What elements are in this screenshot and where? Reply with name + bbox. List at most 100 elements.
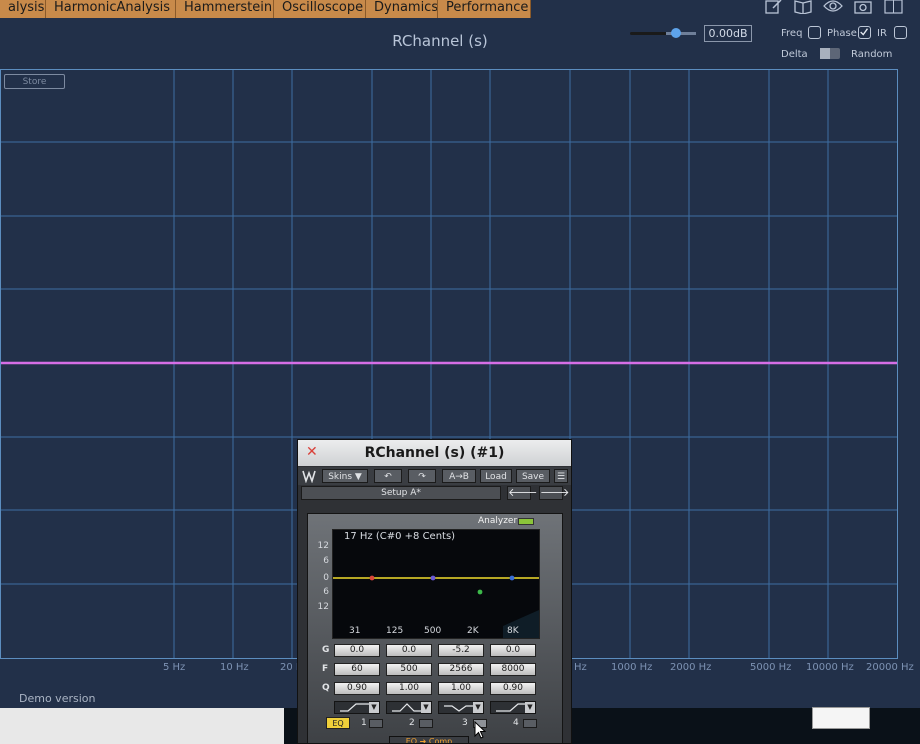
freq-tick-1000hz: 1000 Hz — [611, 662, 653, 673]
demo-version-label: Demo version — [19, 692, 96, 705]
x-tick-500: 500 — [424, 626, 442, 636]
freq-tick-20000hz: 20000 Hz — [866, 662, 914, 673]
eq-curve — [333, 575, 539, 638]
band-2-number: 2 — [409, 718, 415, 728]
tab-bar: alysis HarmonicAnalysis Hammerstein Osci… — [0, 0, 920, 18]
freq-tick-10000hz: 10000 Hz — [806, 662, 854, 673]
band-1-switch[interactable] — [369, 719, 383, 728]
chevron-down-icon: ▼ — [369, 702, 379, 713]
save-button[interactable]: Save — [516, 469, 550, 483]
plugin-title[interactable]: RChannel (s) (#1) — [298, 440, 571, 466]
analyzer-label: Analyzer — [478, 516, 518, 526]
analyzer-toggle[interactable]: Analyzer — [478, 516, 538, 527]
window-thumbnail[interactable] — [812, 707, 870, 729]
eq-mode-tag[interactable]: EQ — [326, 717, 350, 729]
eq-plugin-window[interactable]: RChannel (s) (#1) ✕ Skins ▼ ↶ ↷ A→B Load… — [297, 439, 572, 744]
tab-oscilloscope[interactable]: Oscilloscope — [274, 0, 366, 18]
ab-button[interactable]: A→B — [442, 469, 476, 483]
freq-tick-2000hz: 2000 Hz — [670, 662, 712, 673]
book-icon[interactable] — [793, 0, 815, 16]
x-tick-125: 125 — [386, 626, 404, 636]
band-1-gain[interactable]: 0.0 — [334, 644, 380, 657]
freq-label: Freq — [781, 28, 803, 39]
high-shelf-icon — [496, 703, 526, 712]
load-button[interactable]: Load — [480, 469, 512, 483]
analyzer-led — [518, 518, 534, 525]
gain-readout[interactable]: 0.00dB — [704, 25, 752, 42]
band-1-node[interactable] — [369, 575, 375, 581]
skins-button[interactable]: Skins ▼ — [322, 469, 368, 483]
next-setup-button[interactable]: 🡒 — [539, 486, 570, 500]
band-3-number: 3 — [462, 718, 468, 728]
phase-checkbox[interactable] — [858, 26, 871, 39]
x-tick-31: 31 — [349, 626, 361, 636]
phase-label: Phase — [827, 28, 857, 39]
band-1-number: 1 — [361, 718, 367, 728]
freq-checkbox[interactable] — [808, 26, 821, 39]
band-1-q[interactable]: 0.90 — [334, 682, 380, 695]
band-4-q[interactable]: 0.90 — [490, 682, 536, 695]
band-3-shape-selector[interactable]: ▼ — [438, 701, 484, 714]
band-2-q[interactable]: 1.00 — [386, 682, 432, 695]
redo-button[interactable]: ↷ — [408, 469, 436, 483]
tab-harmonic-analysis[interactable]: HarmonicAnalysis — [46, 0, 176, 18]
band-4-shape-selector[interactable]: ▼ — [490, 701, 536, 714]
tab-performance[interactable]: Performance — [438, 0, 531, 18]
y-tick-12: 12 — [317, 541, 329, 551]
bell-icon — [444, 705, 474, 712]
band-1-shape-selector[interactable]: ▼ — [334, 701, 380, 714]
chevron-down-icon: ▼ — [525, 702, 535, 713]
compare-icon[interactable] — [884, 0, 906, 16]
ir-checkbox[interactable] — [894, 26, 907, 39]
store-button[interactable]: Store — [4, 74, 65, 89]
band-3-gain[interactable]: -5.2 — [438, 644, 484, 657]
band-3-freq[interactable]: 2566 — [438, 663, 484, 676]
band-2-node[interactable] — [430, 575, 436, 581]
band-2-switch[interactable] — [419, 719, 433, 728]
x-tick-2k: 2K — [467, 626, 479, 636]
delta-label: Delta — [781, 49, 808, 60]
tab-hammerstein[interactable]: Hammerstein — [176, 0, 274, 18]
eq-comp-order-button[interactable]: EQ ➔ Comp — [389, 736, 469, 743]
checkmark-icon — [860, 28, 869, 36]
freq-tick-5000hz: 5000 Hz — [750, 662, 792, 673]
band-2-freq[interactable]: 500 — [386, 663, 432, 676]
ir-label: IR — [877, 28, 887, 39]
cursor-readout: 17 Hz (C#0 +8 Cents) — [344, 531, 456, 542]
band-3-q[interactable]: 1.00 — [438, 682, 484, 695]
freq-row-label: F — [322, 664, 329, 674]
mouse-pointer-icon — [474, 721, 486, 739]
plugin-toolbar: Skins ▼ ↶ ↷ A→B Load Save ☰ — [298, 467, 571, 485]
prev-setup-button[interactable]: 🡐 — [507, 486, 538, 500]
gain-slider-handle[interactable] — [671, 28, 681, 38]
freq-tick-5hz: 5 Hz — [163, 662, 186, 673]
band-4-node[interactable] — [509, 575, 515, 581]
band-2-gain[interactable]: 0.0 — [386, 644, 432, 657]
band-1-freq[interactable]: 60 — [334, 663, 380, 676]
setup-selector[interactable]: Setup A* — [301, 486, 501, 500]
menu-icon[interactable]: ☰ — [554, 469, 568, 483]
band-4-gain[interactable]: 0.0 — [490, 644, 536, 657]
delta-random-toggle[interactable] — [820, 48, 840, 59]
close-icon[interactable]: ✕ — [306, 445, 318, 459]
x-tick-8k: 8K — [507, 626, 519, 636]
y-tick-0: 0 — [323, 573, 329, 583]
undo-button[interactable]: ↶ — [374, 469, 402, 483]
low-shelf-icon — [340, 703, 370, 712]
freq-tick-10hz: 10 Hz — [220, 662, 249, 673]
tab-dynamics[interactable]: Dynamics — [366, 0, 438, 18]
edit-icon[interactable] — [764, 0, 786, 16]
gain-row-label: G — [322, 645, 330, 655]
eye-icon[interactable] — [823, 0, 845, 16]
band-4-freq[interactable]: 8000 — [490, 663, 536, 676]
band-4-switch[interactable] — [523, 719, 537, 728]
band-3-node[interactable] — [477, 589, 483, 595]
band-2-shape-selector[interactable]: ▼ — [386, 701, 432, 714]
random-label: Random — [851, 49, 893, 60]
camera-icon[interactable] — [853, 0, 875, 16]
bell-icon — [392, 703, 422, 712]
tab-analysis[interactable]: alysis — [0, 0, 46, 18]
y-tick-6: 6 — [323, 556, 329, 566]
band-4-number: 4 — [513, 718, 519, 728]
waves-logo-icon — [302, 470, 316, 483]
